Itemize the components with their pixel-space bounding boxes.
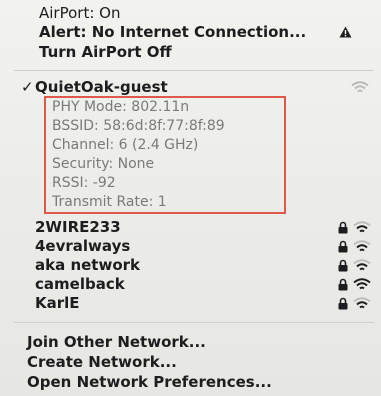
wifi-signal-icon (353, 240, 371, 252)
separator (14, 70, 374, 71)
airport-status-text: AirPort: On (39, 4, 121, 22)
open-network-preferences-label: Open Network Preferences... (27, 373, 272, 391)
wifi-signal-icon (353, 259, 371, 271)
lock-icon (338, 240, 348, 253)
network-name: aka network (35, 256, 140, 274)
wifi-signal-icon (353, 221, 371, 233)
lock-icon (338, 297, 348, 310)
alert-text: Alert: No Internet Connection... (39, 23, 307, 41)
create-network-label: Create Network... (27, 353, 177, 371)
turn-airport-off-label: Turn AirPort Off (39, 43, 172, 61)
transmit-rate: Transmit Rate: 1 (52, 194, 167, 210)
current-network-name: QuietOak-guest (35, 78, 168, 96)
bssid: BSSID: 58:6d:8f:77:8f:89 (52, 118, 225, 134)
warning-icon (339, 26, 352, 38)
lock-icon (338, 259, 348, 272)
security: Security: None (52, 156, 155, 172)
wifi-signal-icon (353, 278, 371, 290)
lock-icon (338, 278, 348, 291)
checkmark-icon: ✓ (21, 78, 34, 96)
wifi-signal-icon (351, 81, 369, 93)
network-name: 4evralways (35, 237, 131, 255)
wifi-signal-icon (353, 297, 371, 309)
lock-icon (338, 221, 348, 234)
phy-mode: PHY Mode: 802.11n (52, 99, 190, 115)
airport-menu: AirPort: On Alert: No Internet Connectio… (0, 0, 381, 396)
channel: Channel: 6 (2.4 GHz) (52, 137, 199, 153)
separator (14, 322, 374, 323)
rssi: RSSI: -92 (52, 175, 116, 191)
network-name: camelback (35, 275, 125, 293)
network-name: 2WIRE233 (35, 218, 121, 236)
network-name: KarlE (35, 294, 80, 312)
join-other-network-label: Join Other Network... (27, 333, 206, 351)
